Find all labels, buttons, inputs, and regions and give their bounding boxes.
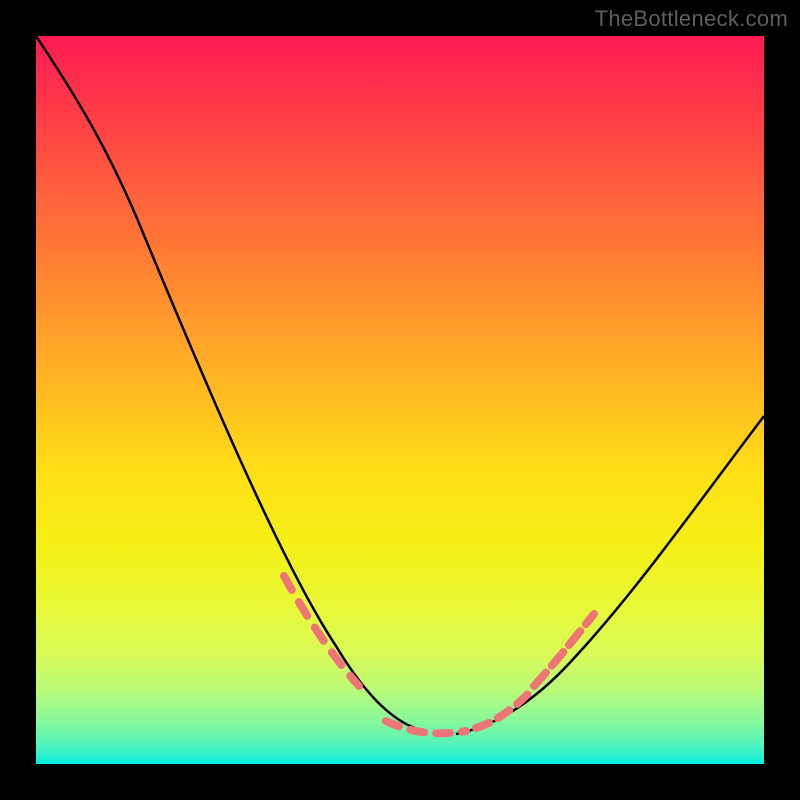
left-dash-segment [284,576,359,686]
plot-area [36,36,764,764]
bottom-dash-segment [386,721,466,733]
chart-svg [36,36,764,764]
chart-container: TheBottleneck.com [0,0,800,800]
watermark-text: TheBottleneck.com [595,6,788,32]
left-curve [36,36,426,731]
right-dash-lower [476,691,531,728]
right-dash-upper [534,614,594,686]
right-curve [456,416,764,734]
